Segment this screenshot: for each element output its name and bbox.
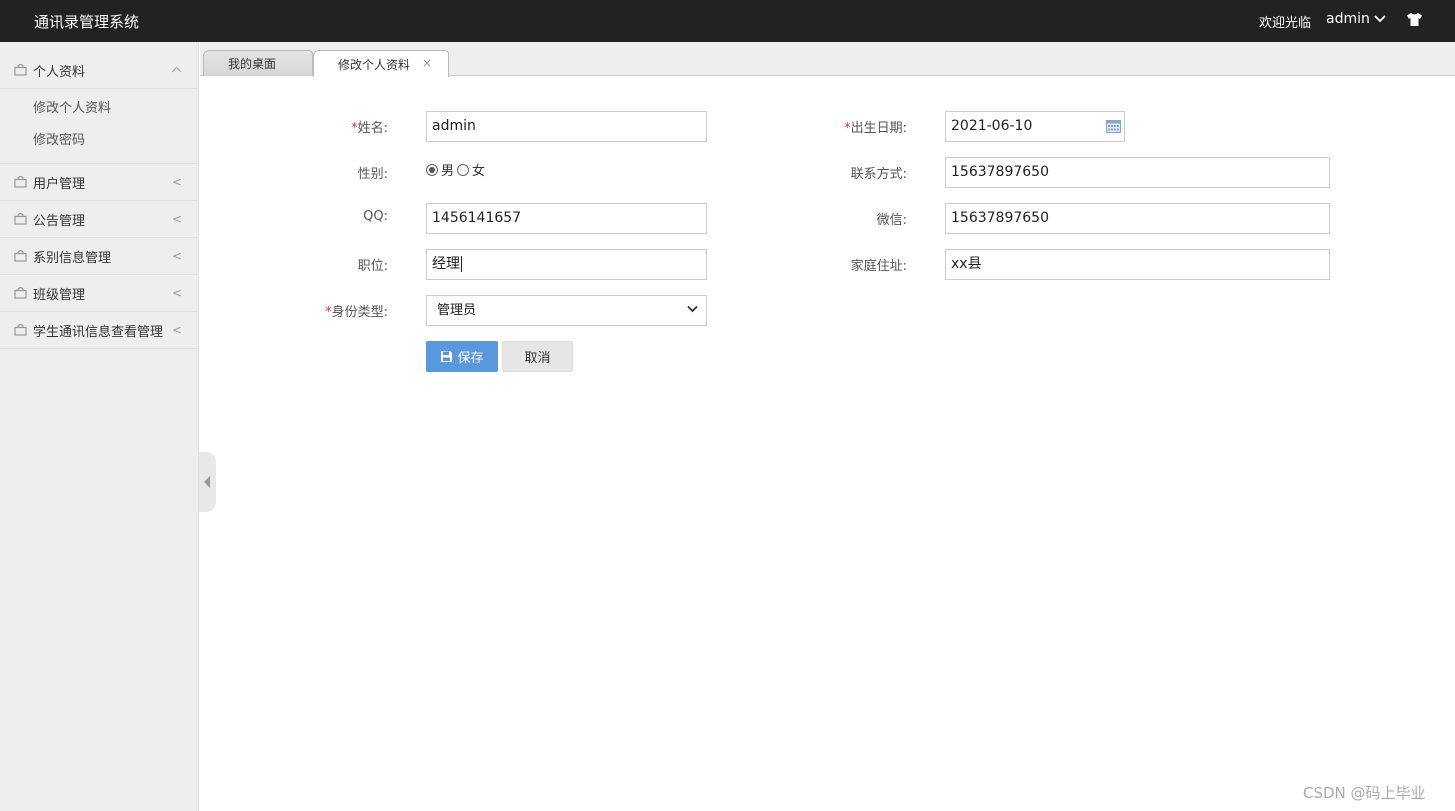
- chevron-left-icon: <: [171, 323, 182, 337]
- chevron-up-icon: [171, 62, 182, 76]
- bag-icon: [14, 212, 28, 226]
- sidebar-item-label: 公告管理: [33, 213, 86, 229]
- bag-icon: [14, 323, 28, 337]
- sidebar-item-label: 系别信息管理: [33, 250, 112, 266]
- address-input[interactable]: xx县: [945, 249, 1330, 280]
- position-input[interactable]: 经理: [426, 249, 707, 280]
- contact-label: 联系方式:: [850, 167, 907, 182]
- birth-label: *出生日期:: [844, 121, 907, 136]
- tab-label: 修改个人资料: [338, 57, 411, 72]
- chevron-left-icon: <: [171, 249, 182, 263]
- gender-option-label: 女: [472, 164, 486, 179]
- identity-label: *身份类型:: [325, 305, 388, 320]
- skin-tshirt-icon[interactable]: [1406, 12, 1423, 31]
- sidebar-item-label: 学生通讯信息查看管理: [33, 324, 164, 340]
- position-label: 职位:: [357, 259, 388, 274]
- calendar-icon[interactable]: [1106, 120, 1121, 133]
- birth-date-input[interactable]: 2021-06-10: [945, 111, 1125, 142]
- sidebar-item-classes[interactable]: 班级管理 <: [0, 275, 198, 312]
- gender-radio-female[interactable]: [457, 163, 470, 176]
- app-title: 通讯录管理系统: [34, 13, 140, 31]
- tab-bar: 我的桌面 修改个人资料 ×: [200, 42, 1455, 77]
- wechat-input[interactable]: 15637897650: [945, 203, 1330, 234]
- wechat-label: 微信:: [876, 213, 907, 228]
- gender-label: 性别:: [357, 167, 388, 182]
- tab-desktop[interactable]: 我的桌面: [203, 50, 313, 76]
- sidebar-item-users[interactable]: 用户管理 <: [0, 164, 198, 201]
- bag-icon: [14, 249, 28, 263]
- sidebar-item-departments[interactable]: 系别信息管理 <: [0, 238, 198, 275]
- bag-icon: [14, 286, 28, 300]
- birth-date-value: 2021-06-10: [951, 118, 1033, 134]
- sidebar-item-label: 班级管理: [33, 287, 86, 303]
- close-icon[interactable]: ×: [422, 56, 432, 70]
- floppy-disk-icon: [441, 351, 453, 362]
- cancel-button[interactable]: 取消: [502, 341, 573, 372]
- gender-radio-group: 男 女: [426, 160, 488, 179]
- sidebar-item-student-contacts[interactable]: 学生通讯信息查看管理 <: [0, 312, 198, 349]
- tab-edit-profile[interactable]: 修改个人资料 ×: [313, 50, 449, 77]
- qq-input[interactable]: 1456141657: [426, 203, 707, 234]
- top-bar: 通讯录管理系统 欢迎光临 admin: [0, 0, 1455, 42]
- bag-icon: [14, 63, 28, 77]
- chevron-down-icon: [687, 305, 698, 313]
- sidebar-item-notices[interactable]: 公告管理 <: [0, 201, 198, 238]
- save-label: 保存: [457, 351, 484, 366]
- chevron-left-icon: <: [171, 212, 182, 226]
- welcome-text: 欢迎光临: [1259, 16, 1312, 31]
- watermark: CSDN @码上毕业: [1303, 784, 1426, 802]
- qq-label: QQ:: [363, 209, 388, 224]
- user-menu[interactable]: admin: [1326, 11, 1386, 27]
- position-value: 经理: [432, 256, 460, 272]
- sidebar-item-profile[interactable]: 个人资料: [0, 42, 198, 89]
- sidebar-subitem-edit-profile[interactable]: 修改个人资料: [0, 93, 198, 125]
- contact-input[interactable]: 15637897650: [945, 157, 1330, 188]
- sidebar: 个人资料 修改个人资料 修改密码 用户管理 < 公告管理 < 系别信息管理 < …: [0, 42, 199, 811]
- chevron-left-icon: <: [171, 175, 182, 189]
- chevron-left-icon: <: [171, 286, 182, 300]
- sidebar-collapse-handle[interactable]: [199, 452, 216, 512]
- sidebar-subitem-change-password[interactable]: 修改密码: [0, 125, 198, 157]
- identity-selected-value: 管理员: [437, 303, 477, 318]
- chevron-down-icon: [1374, 15, 1386, 23]
- profile-submenu: 修改个人资料 修改密码: [0, 89, 198, 164]
- name-input[interactable]: admin: [426, 111, 707, 142]
- address-label: 家庭住址:: [850, 259, 907, 274]
- save-button[interactable]: 保存: [426, 341, 498, 372]
- bag-icon: [14, 175, 28, 189]
- username: admin: [1326, 11, 1370, 27]
- identity-select[interactable]: 管理员: [426, 295, 707, 326]
- sidebar-item-label: 个人资料: [33, 64, 86, 80]
- gender-radio-male[interactable]: [426, 163, 438, 176]
- sidebar-item-label: 用户管理: [33, 176, 86, 192]
- triangle-left-icon: [204, 476, 210, 488]
- name-label: *姓名:: [351, 121, 388, 136]
- gender-option-label: 男: [441, 164, 455, 179]
- tab-label: 我的桌面: [228, 57, 277, 71]
